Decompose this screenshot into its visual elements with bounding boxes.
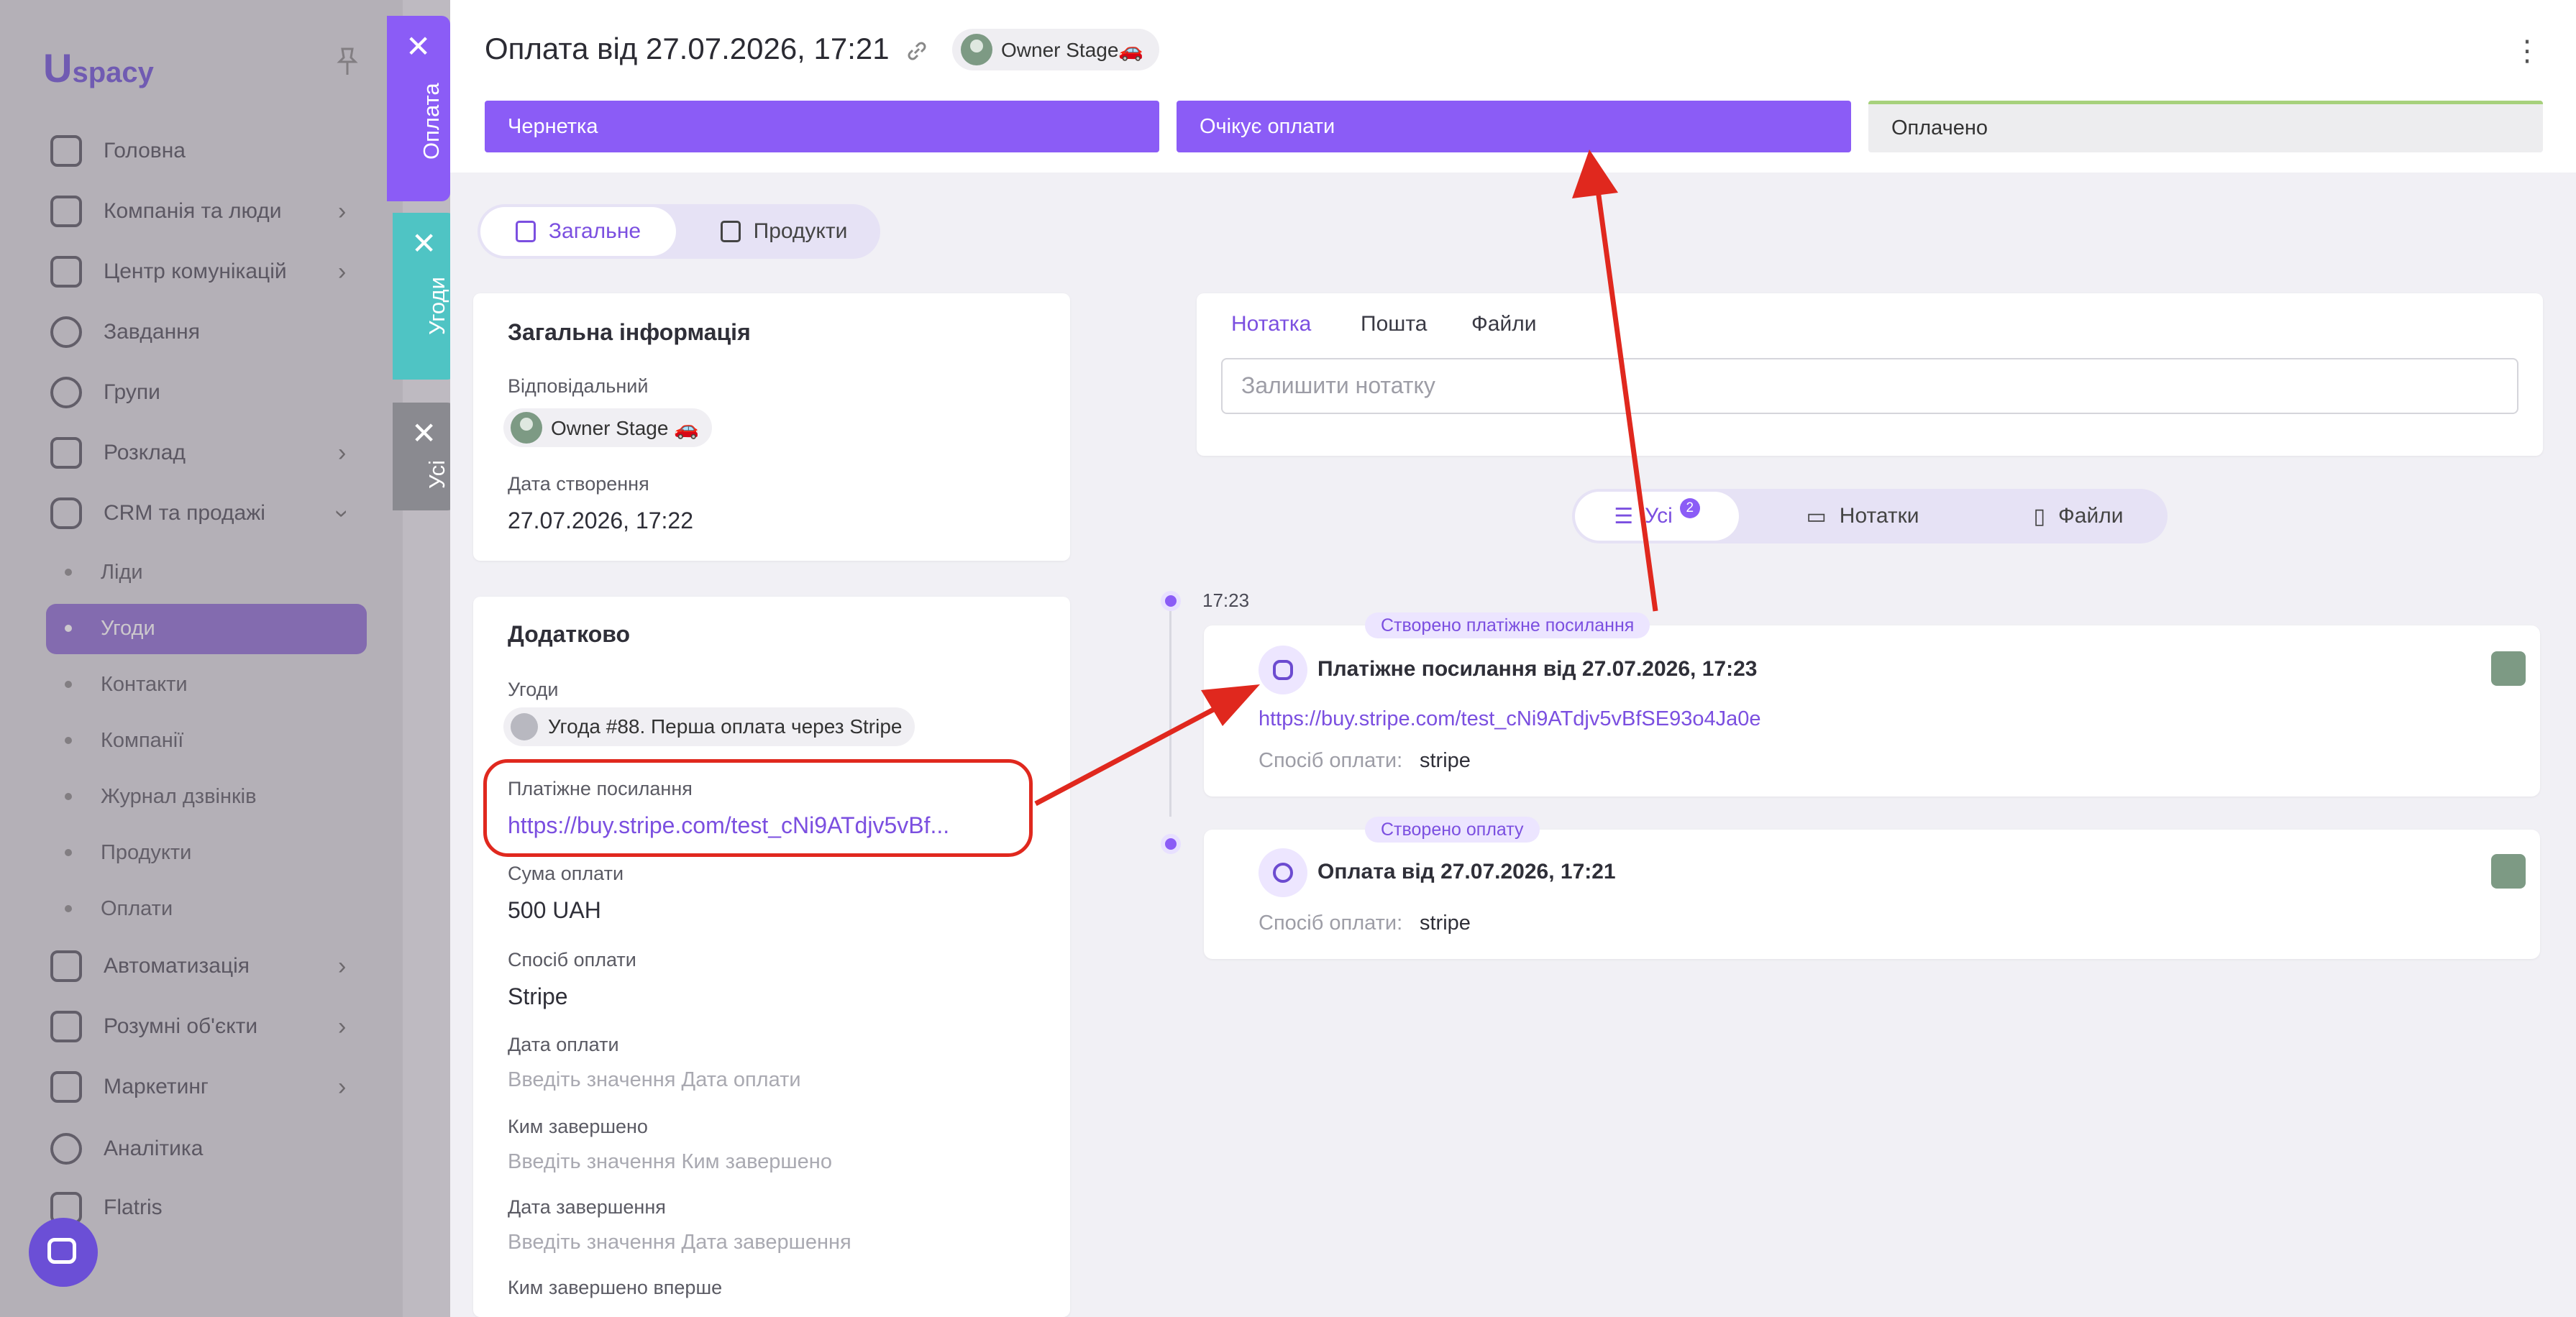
- annotation-highlight: [483, 759, 1033, 857]
- comment-icon: ▭: [1806, 504, 1827, 528]
- stage-awaiting-payment[interactable]: Очікує оплати: [1177, 101, 1851, 152]
- event-meta-label: Спосіб оплати:: [1259, 912, 1403, 935]
- completed-date-input[interactable]: Введіть значення Дата завершення: [508, 1231, 851, 1254]
- timeline-event[interactable]: Створено оплату Оплата від 27.07.2026, 1…: [1204, 817, 2540, 959]
- tab-general[interactable]: Загальне: [480, 207, 676, 256]
- close-icon[interactable]: ✕: [411, 418, 437, 449]
- more-options-icon[interactable]: ⋮: [2513, 35, 2541, 68]
- event-title: Оплата від 27.07.2026, 17:21: [1317, 860, 1616, 884]
- timeline-time: 17:23: [1202, 589, 1250, 611]
- timeline-dot: [1161, 834, 1181, 854]
- filter-all[interactable]: ☰ Усі 2: [1575, 492, 1739, 541]
- close-icon[interactable]: ✕: [411, 229, 437, 259]
- vtab-payment[interactable]: ✕ Оплата: [387, 16, 450, 201]
- deal-chip[interactable]: Угода #88. Перша оплата через Stripe: [503, 707, 915, 746]
- owner-chip[interactable]: Owner Stage🚗: [952, 29, 1160, 70]
- stage-paid[interactable]: Оплачено: [1868, 101, 2543, 152]
- event-tag: Створено оплату: [1365, 817, 1540, 843]
- avatar: [961, 34, 992, 65]
- stage-draft[interactable]: Чернетка: [485, 101, 1159, 152]
- completed-by-input[interactable]: Введіть значення Ким завершено: [508, 1150, 832, 1174]
- vtab-all[interactable]: ✕ Усі: [393, 403, 456, 510]
- pay-date-input[interactable]: Введіть значення Дата оплати: [508, 1068, 801, 1092]
- card-title: Додатково: [508, 621, 631, 647]
- method-label: Спосіб оплати: [508, 949, 636, 970]
- event-tag: Створено платіжне посилання: [1365, 612, 1650, 638]
- additional-card: Додатково Угоди Угода #88. Перша оплата …: [473, 597, 1070, 1317]
- close-icon[interactable]: ✕: [406, 32, 431, 62]
- payment-icon: [1259, 848, 1307, 897]
- tab-note[interactable]: Нотатка: [1231, 312, 1311, 336]
- timeline-event[interactable]: Створено платіжне посилання Платіжне пос…: [1204, 612, 2540, 797]
- modal-overlay[interactable]: [0, 0, 450, 1317]
- event-title: Платіжне посилання від 27.07.2026, 17:23: [1317, 657, 1758, 681]
- general-info-card: Загальна інформація Відповідальний Owner…: [473, 293, 1070, 561]
- event-meta-label: Спосіб оплати:: [1259, 749, 1403, 772]
- list-icon: ☰: [1614, 504, 1634, 528]
- completed-date-label: Дата завершення: [508, 1196, 666, 1218]
- deals-label: Угоди: [508, 679, 559, 700]
- tab-files[interactable]: Файли: [1471, 312, 1537, 336]
- timeline-line: [1169, 601, 1171, 817]
- event-payment-link[interactable]: https://buy.stripe.com/test_cNi9ATdjv5vB…: [1259, 707, 1761, 731]
- link-icon: [1259, 646, 1307, 694]
- document-icon: [515, 221, 536, 242]
- note-input[interactable]: Залишити нотатку: [1221, 358, 2518, 414]
- page-title: Оплата від 27.07.2026, 17:21: [485, 32, 890, 65]
- count-badge: 2: [1679, 498, 1700, 518]
- avatar: [2491, 651, 2526, 686]
- avatar: [511, 412, 542, 444]
- deal-icon: [511, 713, 538, 740]
- tab-products[interactable]: Продукти: [698, 207, 870, 256]
- pay-date-label: Дата оплати: [508, 1034, 619, 1055]
- first-completed-label: Ким завершено вперше: [508, 1277, 723, 1298]
- amount-label: Сума оплати: [508, 863, 624, 884]
- filter-files[interactable]: ▯ Файли: [1999, 492, 2157, 541]
- filter-notes[interactable]: ▭ Нотатки: [1776, 492, 1949, 541]
- vtab-deals[interactable]: ✕ Угоди: [393, 213, 456, 380]
- event-meta-value: stripe: [1420, 912, 1471, 935]
- chat-icon: [47, 1238, 76, 1264]
- method-value[interactable]: Stripe: [508, 983, 568, 1010]
- box-icon: [720, 221, 741, 242]
- support-chat-button[interactable]: [29, 1218, 98, 1287]
- timeline-dot: [1161, 591, 1181, 611]
- responsible-chip[interactable]: Owner Stage 🚗: [503, 408, 713, 447]
- event-meta-value: stripe: [1420, 749, 1471, 772]
- responsible-label: Відповідальний: [508, 375, 649, 397]
- completed-by-label: Ким завершено: [508, 1116, 648, 1137]
- amount-value[interactable]: 500 UAH: [508, 897, 601, 924]
- link-icon[interactable]: [905, 39, 929, 63]
- file-icon: ▯: [2033, 504, 2045, 528]
- card-title: Загальна інформація: [508, 319, 751, 345]
- tab-mail[interactable]: Пошта: [1361, 312, 1427, 336]
- created-value: 27.07.2026, 17:22: [508, 508, 694, 533]
- avatar: [2491, 854, 2526, 889]
- created-label: Дата створення: [508, 473, 649, 495]
